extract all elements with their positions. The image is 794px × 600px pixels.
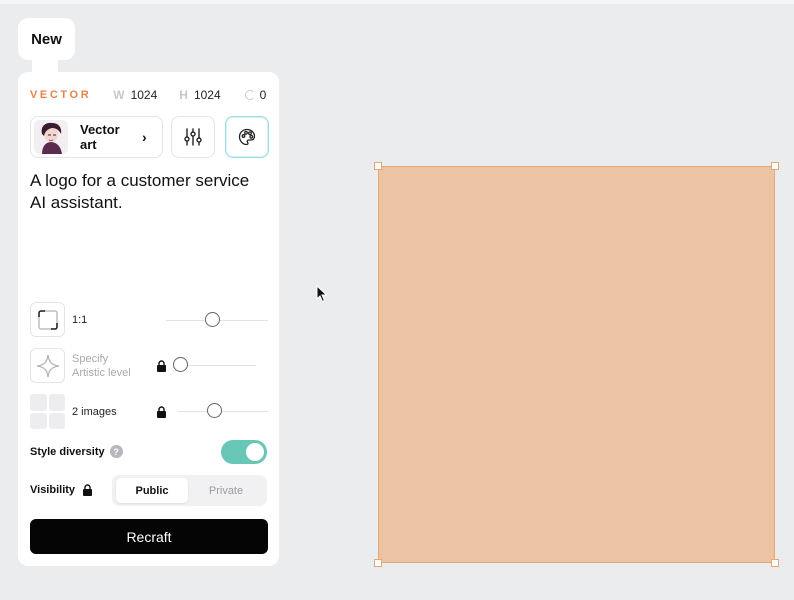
aspect-ratio-button[interactable] bbox=[30, 302, 65, 337]
lock-icon bbox=[157, 406, 166, 418]
style-selector-button[interactable]: Vector art › bbox=[30, 116, 163, 158]
width-value[interactable]: 1024 bbox=[131, 88, 158, 102]
visibility-segmented-control: Public Private bbox=[112, 475, 267, 506]
style-diversity-label: Style diversity bbox=[30, 445, 105, 458]
artistic-level-slider-thumb[interactable] bbox=[173, 357, 188, 372]
artistic-level-slider-track[interactable] bbox=[176, 365, 256, 366]
sparkle-icon bbox=[36, 354, 59, 377]
visibility-private-option[interactable]: Private bbox=[190, 478, 262, 503]
resize-handle-top-right[interactable] bbox=[771, 162, 779, 170]
style-label: Vector art bbox=[80, 122, 120, 152]
toggle-knob bbox=[246, 443, 264, 461]
mode-label[interactable]: VECTOR bbox=[30, 89, 91, 101]
aspect-ratio-label: 1:1 bbox=[72, 313, 88, 326]
image-count-row: 2 images bbox=[30, 394, 117, 429]
style-thumbnail bbox=[34, 120, 68, 154]
aspect-ratio-slider-thumb[interactable] bbox=[205, 312, 220, 327]
seed-value[interactable]: 0 bbox=[260, 88, 267, 102]
new-tab-label: New bbox=[31, 30, 62, 48]
image-count-slider-track[interactable] bbox=[178, 411, 268, 412]
new-tab[interactable]: New bbox=[18, 18, 75, 60]
artistic-level-label: Specify Artistic level bbox=[72, 352, 131, 379]
style-diversity-toggle[interactable] bbox=[221, 440, 267, 464]
aspect-ratio-row: 1:1 bbox=[30, 302, 87, 337]
resize-handle-bottom-right[interactable] bbox=[771, 559, 779, 567]
lock-icon bbox=[157, 360, 166, 372]
chevron-right-icon: › bbox=[142, 129, 147, 145]
prompt-input[interactable]: A logo for a customer service AI assista… bbox=[30, 170, 266, 214]
canvas-artboard[interactable] bbox=[378, 166, 775, 563]
image-grid-icon[interactable] bbox=[30, 394, 65, 429]
settings-button[interactable] bbox=[171, 116, 215, 158]
recraft-button[interactable]: Recraft bbox=[30, 519, 268, 554]
top-strip bbox=[0, 0, 794, 4]
visibility-public-option[interactable]: Public bbox=[116, 478, 188, 503]
palette-icon bbox=[238, 128, 256, 146]
width-key: W bbox=[113, 88, 125, 102]
artistic-level-row: Specify Artistic level bbox=[30, 348, 132, 383]
artistic-level-button[interactable] bbox=[30, 348, 65, 383]
height-value[interactable]: 1024 bbox=[194, 88, 221, 102]
sliders-icon bbox=[184, 128, 202, 146]
image-count-slider-thumb[interactable] bbox=[207, 403, 222, 418]
mouse-cursor-icon bbox=[316, 285, 328, 303]
style-diversity-row: Style diversity ? bbox=[30, 445, 123, 458]
visibility-row: Visibility bbox=[30, 484, 93, 496]
image-meta-row: VECTOR W 1024 H 1024 0 bbox=[30, 88, 266, 102]
height-key: H bbox=[179, 88, 188, 102]
seed-icon bbox=[244, 90, 255, 100]
aspect-ratio-icon bbox=[37, 309, 58, 330]
image-count-label: 2 images bbox=[72, 405, 117, 418]
color-palette-button[interactable] bbox=[225, 116, 269, 158]
resize-handle-bottom-left[interactable] bbox=[374, 559, 382, 567]
generation-panel: VECTOR W 1024 H 1024 0 Vector art › A lo… bbox=[18, 72, 279, 566]
lock-icon bbox=[83, 484, 93, 496]
visibility-label: Visibility bbox=[30, 484, 76, 496]
resize-handle-top-left[interactable] bbox=[374, 162, 382, 170]
help-icon[interactable]: ? bbox=[109, 445, 123, 458]
